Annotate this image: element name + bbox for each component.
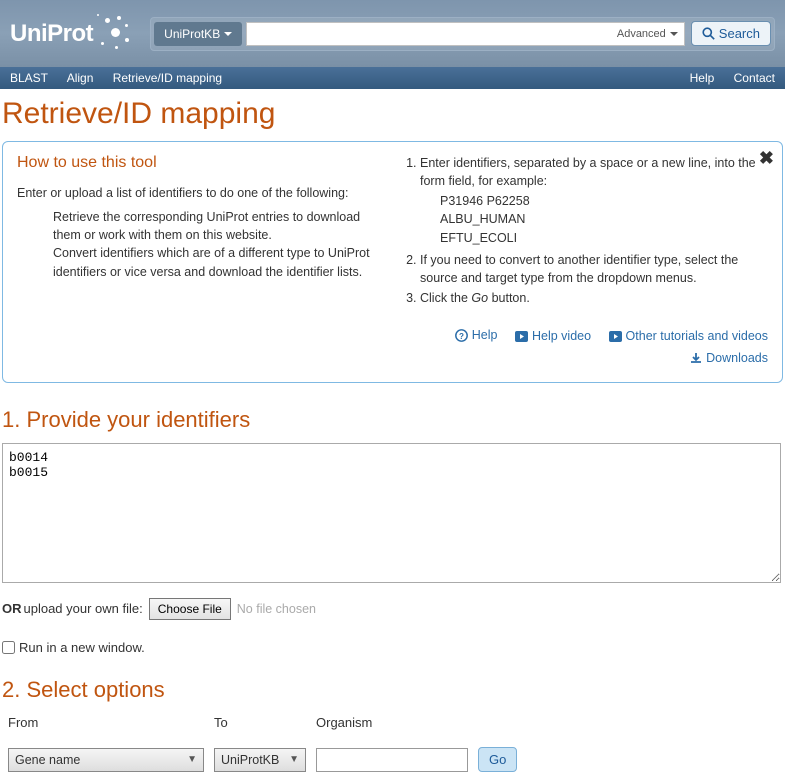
nav-link-blast[interactable]: BLAST (10, 71, 48, 85)
database-selector-label: UniProtKB (164, 27, 220, 41)
help-step-1: Enter identifiers, separated by a space … (420, 154, 768, 247)
chevron-down-icon (670, 32, 678, 36)
help-link-downloads[interactable]: Downloads (690, 348, 768, 368)
nav-link-help[interactable]: Help (690, 71, 715, 85)
organism-label: Organism (316, 715, 468, 730)
new-window-row: Run in a new window. (0, 630, 785, 659)
help-link-video[interactable]: Help video (515, 326, 591, 346)
nav-link-contact[interactable]: Contact (734, 71, 775, 85)
logo[interactable]: UniProt (10, 14, 135, 54)
secondary-nav: BLAST Align Retrieve/ID mapping Help Con… (0, 67, 785, 89)
organism-input[interactable] (316, 748, 468, 772)
help-bullet: Convert identifiers which are of a diffe… (53, 244, 385, 280)
section-1-title: 1. Provide your identifiers (0, 389, 785, 441)
logo-text: UniProt (10, 20, 93, 48)
advanced-label: Advanced (617, 28, 666, 40)
from-label: From (8, 715, 204, 730)
chevron-down-icon: ▼ (289, 754, 299, 765)
main-header: UniProt UniProtKB Advanced Search (0, 0, 785, 67)
help-link-tutorials[interactable]: Other tutorials and videos (609, 326, 768, 346)
video-icon (515, 331, 528, 342)
logo-graphic (95, 14, 135, 54)
from-select-value: Gene name (15, 753, 80, 767)
help-links: ? Help Help video Other tutorials and vi… (400, 325, 768, 370)
nav-left: BLAST Align Retrieve/ID mapping (10, 71, 238, 85)
svg-text:?: ? (459, 331, 464, 340)
help-step-2: If you need to convert to another identi… (420, 251, 768, 287)
help-step-3: Click the Go button. (420, 289, 768, 307)
search-bar: UniProtKB Advanced Search (150, 17, 775, 51)
go-button[interactable]: Go (478, 747, 517, 772)
close-icon[interactable]: ✖ (759, 148, 774, 169)
database-selector[interactable]: UniProtKB (154, 22, 242, 46)
help-box-right: Enter identifiers, separated by a space … (400, 154, 768, 370)
advanced-toggle[interactable]: Advanced (617, 28, 678, 40)
choose-file-button[interactable]: Choose File (149, 598, 231, 620)
no-file-chosen: No file chosen (237, 602, 316, 616)
chevron-down-icon (224, 32, 232, 36)
to-select[interactable]: UniProtKB ▼ (214, 748, 306, 772)
example-id: EFTU_ECOLI (440, 229, 768, 247)
help-box: ✖ How to use this tool Enter or upload a… (2, 141, 783, 383)
help-box-left: How to use this tool Enter or upload a l… (17, 154, 400, 370)
chevron-down-icon: ▼ (187, 754, 197, 765)
search-input-wrapper: Advanced (246, 22, 685, 46)
options-row: From Gene name ▼ To UniProtKB ▼ Organism… (0, 711, 785, 776)
upload-row: OR upload your own file: Choose File No … (0, 588, 785, 630)
upload-or: OR (2, 601, 22, 616)
to-select-value: UniProtKB (221, 753, 279, 767)
example-id: ALBU_HUMAN (440, 210, 768, 228)
nav-link-retrieve[interactable]: Retrieve/ID mapping (113, 71, 222, 85)
nav-link-align[interactable]: Align (67, 71, 94, 85)
help-link-help[interactable]: ? Help (455, 325, 498, 345)
new-window-checkbox[interactable] (2, 641, 15, 654)
from-select[interactable]: Gene name ▼ (8, 748, 204, 772)
search-icon (702, 27, 715, 40)
help-box-title: How to use this tool (17, 154, 385, 172)
identifiers-textarea[interactable] (2, 443, 781, 583)
example-id: P31946 P62258 (440, 192, 768, 210)
search-button-label: Search (719, 26, 760, 41)
download-icon (690, 352, 702, 364)
help-bullet: Retrieve the corresponding UniProt entri… (53, 208, 385, 244)
question-circle-icon: ? (455, 329, 468, 342)
to-label: To (214, 715, 306, 730)
new-window-label: Run in a new window. (19, 640, 145, 655)
nav-right: Help Contact (674, 71, 775, 85)
upload-label: upload your own file: (24, 601, 143, 616)
help-intro: Enter or upload a list of identifiers to… (17, 184, 385, 202)
search-button[interactable]: Search (691, 21, 771, 46)
section-2-title: 2. Select options (0, 659, 785, 711)
search-input[interactable] (253, 26, 611, 41)
page-title: Retrieve/ID mapping (0, 89, 785, 135)
video-icon (609, 331, 622, 342)
